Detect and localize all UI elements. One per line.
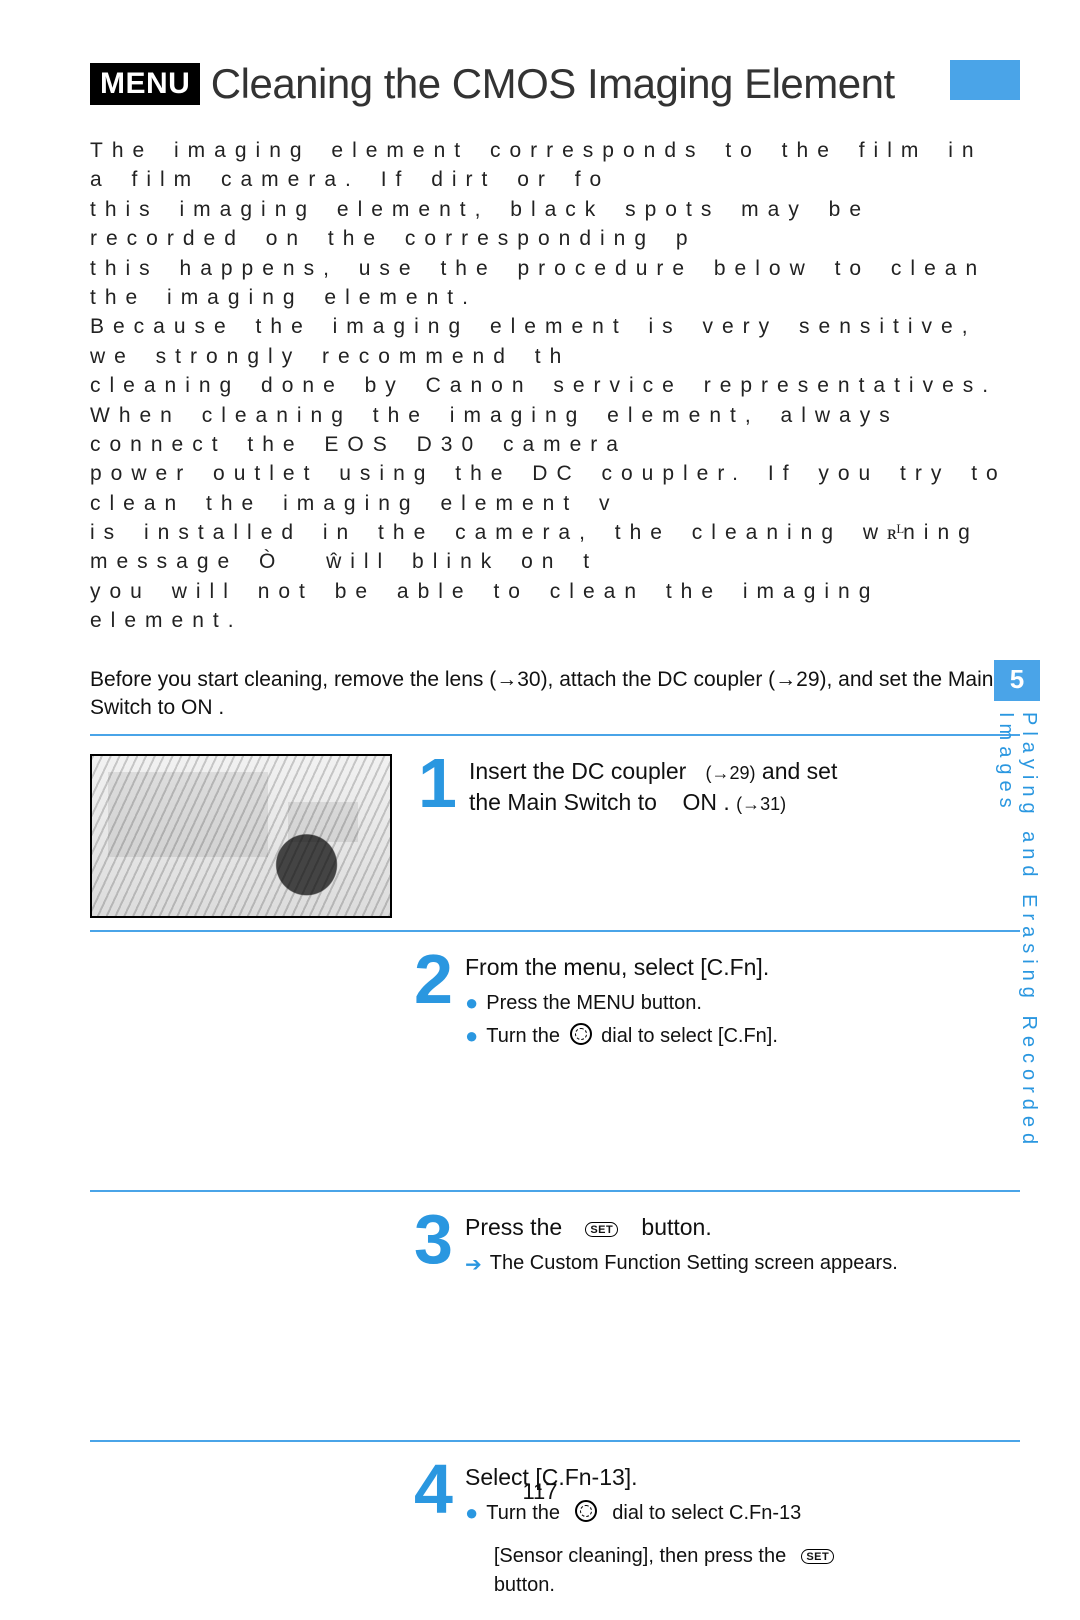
intro-line: you will not be able to clean the imagin… xyxy=(90,577,1020,636)
step-4-bullet: [Sensor cleaning], then press the SET bu… xyxy=(465,1542,1000,1600)
intro-line: power outlet using the DC coupler. If yo… xyxy=(90,459,1020,518)
arrow-icon: ➔ xyxy=(465,1251,482,1280)
step-number: 3 xyxy=(406,1210,461,1270)
battery-glyph: ʀᴸ xyxy=(887,520,903,544)
bullet-icon: ● xyxy=(465,1502,478,1524)
step-number: 1 xyxy=(410,754,465,814)
step-3-head: Press the SET button. xyxy=(465,1212,1000,1243)
intro-line: cleaning done by Canon service represent… xyxy=(90,371,1020,400)
intro-line: is installed in the camera, the cleaning… xyxy=(90,518,1020,577)
dial-icon xyxy=(570,1023,592,1045)
divider xyxy=(90,1440,1020,1442)
illustration-placeholder xyxy=(90,1210,388,1370)
step-2: 2 From the menu, select [C.Fn]. ● Press … xyxy=(90,950,1020,1110)
intro-line: Because the imaging element is very sens… xyxy=(90,312,1020,371)
step-2-head: From the menu, select [C.Fn]. xyxy=(465,952,1000,983)
divider xyxy=(90,734,1020,736)
page-title: Cleaning the CMOS Imaging Element xyxy=(211,60,895,107)
intro-line: When cleaning the imaging element, alway… xyxy=(90,401,1020,460)
step-3: 3 Press the SET button. ➔ The Custom Fun… xyxy=(90,1210,1020,1370)
illustration-placeholder xyxy=(90,950,388,1110)
page-number: 117 xyxy=(0,1479,1080,1505)
chapter-side-tab: 5 Playing and Erasing Recorded Images xyxy=(994,660,1040,1220)
chapter-number: 5 xyxy=(994,660,1040,701)
chapter-label: Playing and Erasing Recorded Images xyxy=(994,708,1040,1212)
before-note: Before you start cleaning, remove the le… xyxy=(90,666,1020,723)
bullet-icon: ● xyxy=(465,992,478,1014)
bullet-icon: ● xyxy=(465,1025,478,1047)
step-1-line: Insert the DC coupler (→29) and set xyxy=(469,756,1000,787)
divider xyxy=(90,1190,1020,1192)
camera-illustration xyxy=(90,754,392,918)
step-1-line: the Main Switch to ON . (→31) xyxy=(469,787,1000,818)
step-2-bullet: ● Turn the dial to select [C.Fn]. xyxy=(465,1022,1000,1051)
chapter-color-tab xyxy=(950,60,1020,100)
step-number: 2 xyxy=(406,950,461,1010)
intro-line: this happens, use the procedure below to… xyxy=(90,254,1020,313)
page-heading: MENU Cleaning the CMOS Imaging Element xyxy=(90,60,1020,108)
set-button-icon: SET xyxy=(585,1222,618,1237)
intro-line: this imaging element, black spots may be… xyxy=(90,195,1020,254)
menu-badge: MENU xyxy=(90,63,200,105)
intro-text: The imaging element corresponds to the f… xyxy=(90,136,1020,636)
intro-line: The imaging element corresponds to the f… xyxy=(90,136,1020,195)
step-2-bullet: ● Press the MENU button. xyxy=(465,989,1000,1018)
step-1: 1 Insert the DC coupler (→29) and set th… xyxy=(90,754,1020,918)
set-button-icon: SET xyxy=(801,1549,834,1564)
divider xyxy=(90,930,1020,932)
step-3-result: ➔ The Custom Function Setting screen app… xyxy=(465,1249,1000,1280)
